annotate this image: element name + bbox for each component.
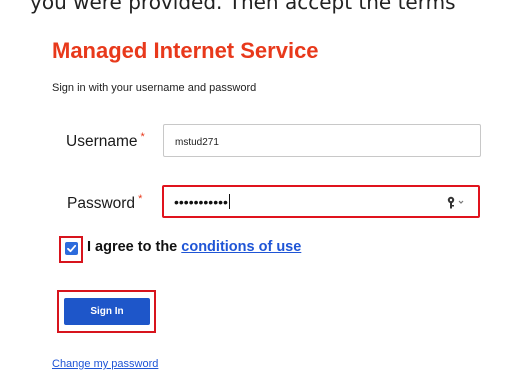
username-label: Username * <box>66 131 145 151</box>
username-field[interactable]: mstud271 <box>163 124 481 157</box>
text-caret <box>228 194 230 209</box>
agree-prefix: I agree to the <box>87 239 178 255</box>
agree-text: I agree to the conditions of use <box>87 239 301 255</box>
required-mark: * <box>140 131 145 143</box>
key-icon-svg <box>447 196 464 209</box>
password-field[interactable]: ••••••••••• <box>162 185 480 218</box>
change-password-link[interactable]: Change my password <box>52 358 158 370</box>
instruction-caption: you were provided. Then accept the terms <box>30 0 456 14</box>
sign-in-button[interactable]: Sign In <box>64 298 150 325</box>
password-label: Password * <box>67 193 142 213</box>
password-masked-value: ••••••••••• <box>174 194 230 210</box>
key-icon[interactable] <box>446 195 466 212</box>
page-subtitle: Sign in with your username and password <box>52 82 257 94</box>
password-dots: ••••••••••• <box>174 194 228 210</box>
agree-checkbox[interactable] <box>65 242 78 255</box>
page-title: Managed Internet Service <box>52 38 319 63</box>
required-mark: * <box>138 193 143 205</box>
conditions-of-use-link[interactable]: conditions of use <box>181 239 301 255</box>
password-label-text: Password <box>67 195 136 213</box>
checkmark-icon <box>67 244 77 253</box>
username-value: mstud271 <box>175 137 219 148</box>
username-label-text: Username <box>66 133 138 151</box>
